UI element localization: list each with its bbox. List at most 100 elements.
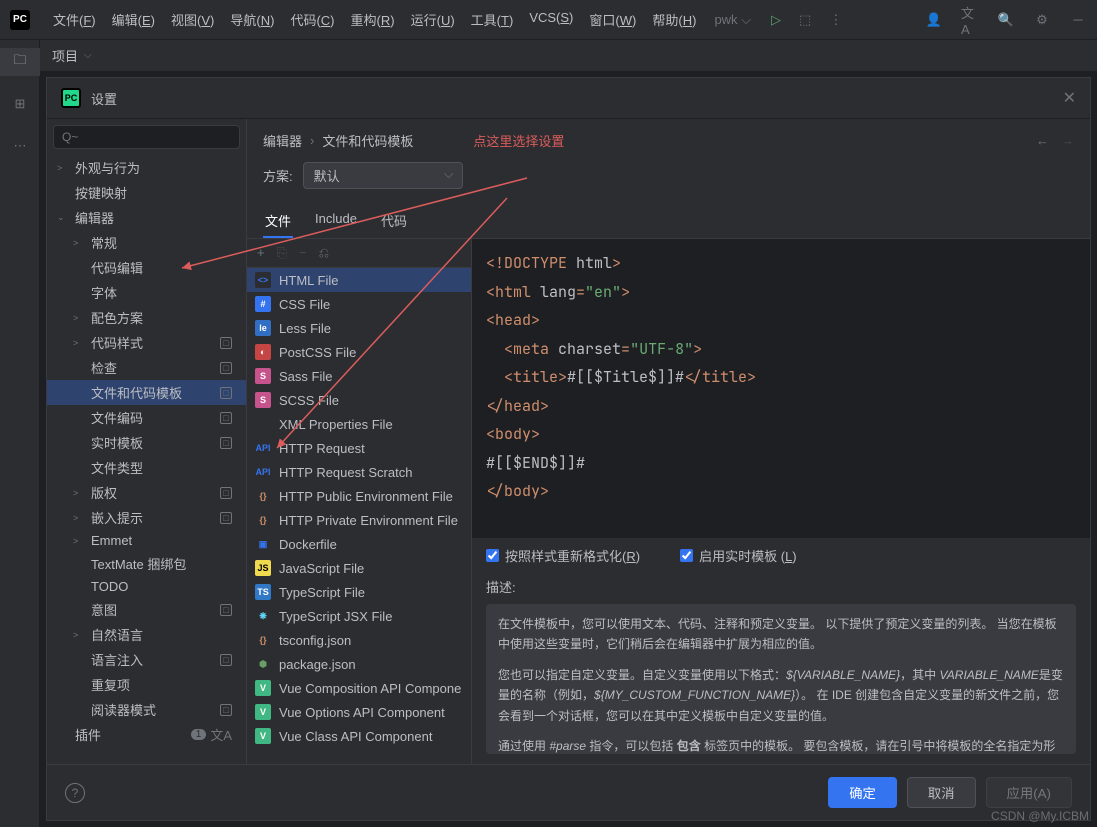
add-icon[interactable]: + [257, 245, 265, 261]
watermark: CSDN @My.ICBM [991, 809, 1089, 823]
settings-gear-icon[interactable]: ⚙ [1033, 11, 1051, 29]
menu-U[interactable]: 运行(U) [403, 6, 463, 33]
search-input[interactable]: Q~ [53, 125, 240, 149]
debug-icon[interactable]: ⬚ [799, 12, 811, 28]
template-toolbar: + ⎘ − ⎌ [247, 239, 471, 268]
user-add-icon[interactable]: 👤 [925, 11, 943, 29]
tree-item[interactable]: 阅读器模式□ [47, 697, 246, 722]
template-file[interactable]: leLess File [247, 316, 471, 340]
tree-item[interactable]: 按键映射 [47, 180, 246, 205]
tree-item[interactable]: >外观与行为 [47, 155, 246, 180]
template-file[interactable]: APIHTTP Request [247, 436, 471, 460]
tree-item[interactable]: >代码样式□ [47, 330, 246, 355]
settings-dialog: PC 设置 ✕ Q~ >外观与行为按键映射⌄编辑器>常规代码编辑字体>配色方案>… [46, 77, 1091, 821]
menu-R[interactable]: 重构(R) [343, 6, 403, 33]
template-file[interactable]: {}tsconfig.json [247, 628, 471, 652]
left-rail: 🗀 ⊞ ⋯ [0, 40, 40, 827]
template-file[interactable]: XML Properties File [247, 412, 471, 436]
scheme-select[interactable]: 默认 [303, 162, 463, 189]
cancel-button[interactable]: 取消 [907, 777, 976, 808]
menu-N[interactable]: 导航(N) [222, 6, 282, 33]
apply-button[interactable]: 应用(A) [986, 777, 1072, 808]
settings-tree: >外观与行为按键映射⌄编辑器>常规代码编辑字体>配色方案>代码样式□检查□文件和… [47, 155, 246, 764]
more-icon[interactable]: ⋮ [829, 12, 842, 28]
menu-F[interactable]: 文件(F) [45, 6, 104, 33]
search-icon[interactable]: 🔍 [997, 11, 1015, 29]
tree-item[interactable]: 字体 [47, 280, 246, 305]
template-tabs: 文件 Include 代码 [247, 199, 1090, 239]
description-label: 描述: [472, 573, 1090, 600]
template-file[interactable]: {}HTTP Private Environment File [247, 508, 471, 532]
tree-item[interactable]: 检查□ [47, 355, 246, 380]
tree-item[interactable]: 文件编码□ [47, 405, 246, 430]
menu-W[interactable]: 窗口(W) [581, 6, 644, 33]
run-icon[interactable]: ▷ [771, 12, 781, 28]
tree-item[interactable]: TODO [47, 576, 246, 597]
live-template-checkbox[interactable]: 启用实时模板 (L) [680, 546, 797, 565]
template-file[interactable]: ▣Dockerfile [247, 532, 471, 556]
tree-item[interactable]: ⌄编辑器 [47, 205, 246, 230]
tab-Include[interactable]: Include [313, 205, 359, 238]
tree-item[interactable]: >自然语言 [47, 622, 246, 647]
template-file[interactable]: ⬢package.json [247, 652, 471, 676]
template-file-list: <>HTML File#CSS FileleLess File◐PostCSS … [247, 268, 471, 764]
tab-文件[interactable]: 文件 [263, 205, 293, 238]
ok-button[interactable]: 确定 [828, 777, 897, 808]
template-file[interactable]: {}HTTP Public Environment File [247, 484, 471, 508]
description-box: 在文件模板中，您可以使用文本、代码、注释和预定义变量。 以下提供了预定义变量的列… [486, 604, 1076, 754]
tree-item[interactable]: 意图□ [47, 597, 246, 622]
project-tool-icon[interactable]: 🗀 [0, 48, 40, 76]
close-icon[interactable]: ✕ [1063, 88, 1076, 108]
template-file[interactable]: TSTypeScript File [247, 580, 471, 604]
menu-E[interactable]: 编辑(E) [104, 6, 163, 33]
tree-item[interactable]: 语言注入□ [47, 647, 246, 672]
tree-item[interactable]: >Emmet [47, 530, 246, 551]
breadcrumb: 编辑器 › 文件和代码模板 点这里选择设置 ← → [247, 119, 1090, 158]
tree-item[interactable]: 代码编辑 [47, 255, 246, 280]
menu-S[interactable]: VCS(S) [521, 6, 581, 33]
delete-icon[interactable]: − [299, 245, 307, 261]
tree-item[interactable]: 插件1文A [47, 722, 246, 747]
settings-sidebar: Q~ >外观与行为按键映射⌄编辑器>常规代码编辑字体>配色方案>代码样式□检查□… [47, 119, 247, 764]
tree-item[interactable]: >嵌入提示□ [47, 505, 246, 530]
settings-logo: PC [61, 88, 81, 108]
menu-T[interactable]: 工具(T) [463, 6, 522, 33]
chevron-down-icon: ⌵ [84, 50, 92, 61]
tree-item[interactable]: 实时模板□ [47, 430, 246, 455]
template-file[interactable]: #CSS File [247, 292, 471, 316]
tree-item[interactable]: TextMate 捆绑包 [47, 551, 246, 576]
back-icon[interactable]: ← [1036, 133, 1049, 148]
menu-V[interactable]: 视图(V) [163, 6, 222, 33]
template-file[interactable]: SSCSS File [247, 388, 471, 412]
template-file[interactable]: SSass File [247, 364, 471, 388]
tree-item[interactable]: >常规 [47, 230, 246, 255]
tree-item[interactable]: 重复项 [47, 672, 246, 697]
template-file[interactable]: ❋TypeScript JSX File [247, 604, 471, 628]
template-file[interactable]: VVue Composition API Compone [247, 676, 471, 700]
reformat-checkbox[interactable]: 按照样式重新格式化(R) [486, 546, 640, 565]
template-file[interactable]: APIHTTP Request Scratch [247, 460, 471, 484]
template-file[interactable]: VVue Options API Component [247, 700, 471, 724]
template-file[interactable]: VVue Class API Component [247, 724, 471, 748]
menu-H[interactable]: 帮助(H) [644, 6, 704, 33]
template-file[interactable]: JSJavaScript File [247, 556, 471, 580]
copy-icon[interactable]: ⎘ [277, 245, 287, 261]
template-file[interactable]: <>HTML File [247, 268, 471, 292]
revert-icon[interactable]: ⎌ [319, 245, 329, 261]
help-icon[interactable]: ? [65, 783, 85, 803]
tree-item[interactable]: 文件和代码模板□ [47, 380, 246, 405]
template-code-editor[interactable]: <!DOCTYPE html> <html lang="en"> <head> … [472, 239, 1090, 538]
menu-C[interactable]: 代码(C) [282, 6, 342, 33]
project-header[interactable]: 项目 ⌵ [40, 40, 1097, 71]
translate-icon[interactable]: 文A [961, 11, 979, 29]
tree-item[interactable]: >配色方案 [47, 305, 246, 330]
tree-item[interactable]: 文件类型 [47, 455, 246, 480]
template-file[interactable]: ◐PostCSS File [247, 340, 471, 364]
project-pwk: pwk ⌵ [714, 12, 751, 28]
tab-代码[interactable]: 代码 [379, 205, 409, 238]
structure-tool-icon[interactable]: ⊞ [0, 90, 40, 118]
tree-item[interactable]: >版权□ [47, 480, 246, 505]
more-tools-icon[interactable]: ⋯ [0, 132, 40, 160]
forward-icon[interactable]: → [1061, 133, 1074, 148]
minimize-icon[interactable]: ─ [1069, 11, 1087, 29]
